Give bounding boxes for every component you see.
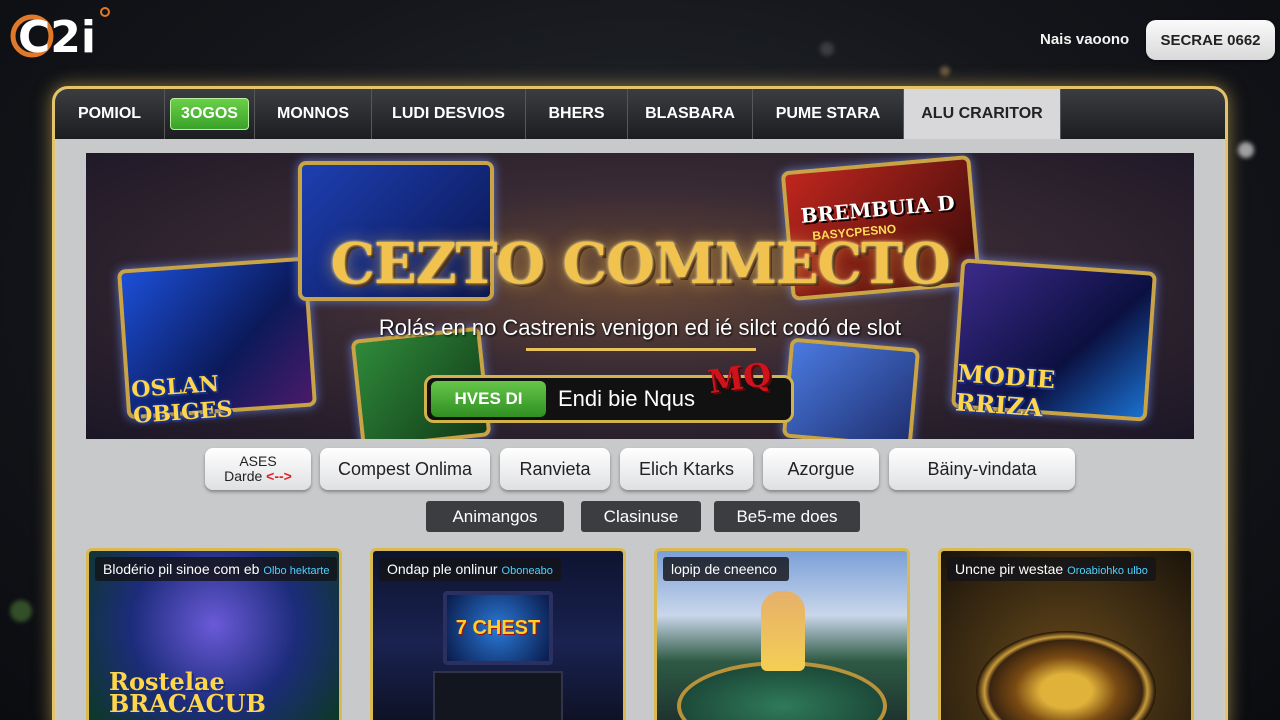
tile-caption: Uncne pir westae Oroabiohko ulbo [947, 557, 1156, 581]
hero-banner[interactable]: OSLAN OBIGES BREMBUIA D BASYCPESNO MODIE… [86, 153, 1194, 439]
nav-item-ludi-desvios[interactable]: LUDI DESVIOS [372, 89, 526, 139]
game-tile[interactable]: Uncne pir westae Oroabiohko ulbo [938, 548, 1194, 720]
nav-label: ALU CRARITOR [921, 105, 1043, 122]
subcategory-button[interactable]: Animangos [426, 501, 564, 532]
category-top-label: ASES [239, 453, 277, 469]
tile-caption-text: lopip de cneenco [671, 561, 777, 577]
nav-label: LUDI DESVIOS [392, 105, 505, 122]
category-bottom-label: Darde <--> [224, 469, 292, 484]
arrows-icon: <--> [266, 468, 292, 484]
nav-label: BLASBARA [645, 105, 735, 122]
nav-item-alu-craritor[interactable]: ALU CRARITOR [904, 89, 1061, 139]
subcategory-button[interactable]: Be5-me does [714, 501, 860, 532]
slot-machine-screen: 7 CHEST [443, 591, 553, 665]
promo-code-button[interactable]: SECRAE 0662 [1146, 20, 1275, 60]
nav-label: MONNOS [277, 105, 349, 122]
category-button[interactable]: Bäiny-vindata [889, 448, 1075, 490]
game-tile[interactable]: 7 CHEST Ondap ple onlinur Oboneabo [370, 548, 626, 720]
main-frame: POMIOL 3OGOS MONNOS LUDI DESVIOS BHERS B… [52, 86, 1228, 720]
nav-item-pume-stara[interactable]: PUME STARA [753, 89, 904, 139]
banner-divider [526, 348, 756, 351]
game-tile[interactable]: Rostelae BRACACUB Blodério pil sinoe com… [86, 548, 342, 720]
tile-caption: Blodério pil sinoe com eb Olbo hektarte [95, 557, 338, 581]
bokeh-light [820, 42, 834, 56]
category-bottom-text: Darde [224, 468, 263, 484]
cta-button[interactable]: HVES DI [431, 381, 546, 417]
bokeh-light [10, 600, 32, 622]
tile-tag: Olbo hektarte [263, 565, 330, 577]
slot-machine-base [433, 671, 563, 720]
card-title: OSLAN OBIGES [130, 371, 234, 430]
nav-label: POMIOL [77, 105, 142, 122]
svg-text:C2i: C2i [18, 12, 96, 60]
nav-item-blasbara[interactable]: BLASBARA [628, 89, 753, 139]
card-title: MODIE RRIZA [954, 358, 1057, 423]
tile-art-title: Rostelae BRACACUB [109, 667, 266, 718]
bokeh-light [940, 66, 950, 76]
category-button[interactable]: Compest Onlima [320, 448, 490, 490]
banner-title: CEZTO COMMECTO [330, 231, 950, 297]
subcategory-button[interactable]: Clasinuse [581, 501, 701, 532]
site-logo[interactable]: C2i [6, 4, 110, 63]
game-card-bottom-right[interactable] [781, 337, 921, 439]
user-name[interactable]: Nais vaoono [1040, 31, 1129, 48]
nav-item-jogos[interactable]: 3OGOS [165, 89, 255, 139]
category-button[interactable]: Ranvieta [500, 448, 610, 490]
cta-text: Endi bie Nqus [558, 386, 695, 411]
dealer-figure [761, 591, 805, 671]
banner-subtitle: Rolás en no Castrenis venigon ed ié silc… [378, 315, 902, 340]
nav-label: PUME STARA [775, 105, 881, 122]
bokeh-light [1238, 142, 1254, 158]
category-button-ases[interactable]: ASES Darde <--> [205, 448, 311, 490]
tile-caption-text: Uncne pir westae [955, 561, 1064, 577]
top-nav: POMIOL 3OGOS MONNOS LUDI DESVIOS BHERS B… [55, 89, 1225, 139]
nav-item-monnos[interactable]: MONNOS [255, 89, 372, 139]
slot-seven: 7 CHEST [455, 616, 541, 639]
tile-caption: lopip de cneenco [663, 557, 789, 581]
tile-caption: Ondap ple onlinur Oboneabo [379, 557, 561, 581]
game-tile[interactable]: lopip de cneenco [654, 548, 910, 720]
tile-tag: Oroabiohko ulbo [1067, 565, 1148, 577]
nav-item-pomiol[interactable]: POMIOL [55, 89, 165, 139]
nav-item-bhers[interactable]: BHERS [526, 89, 628, 139]
tile-caption-text: Ondap ple onlinur [387, 561, 498, 577]
category-button[interactable]: Azorgue [763, 448, 879, 490]
tile-tag: Oboneabo [501, 565, 553, 577]
tile-caption-text: Blodério pil sinoe com eb [103, 561, 260, 577]
logo-graphic: C2i [10, 7, 110, 63]
nav-label: BHERS [548, 105, 605, 122]
category-button[interactable]: Elich Ktarks [620, 448, 753, 490]
nav-label: 3OGOS [170, 98, 249, 130]
